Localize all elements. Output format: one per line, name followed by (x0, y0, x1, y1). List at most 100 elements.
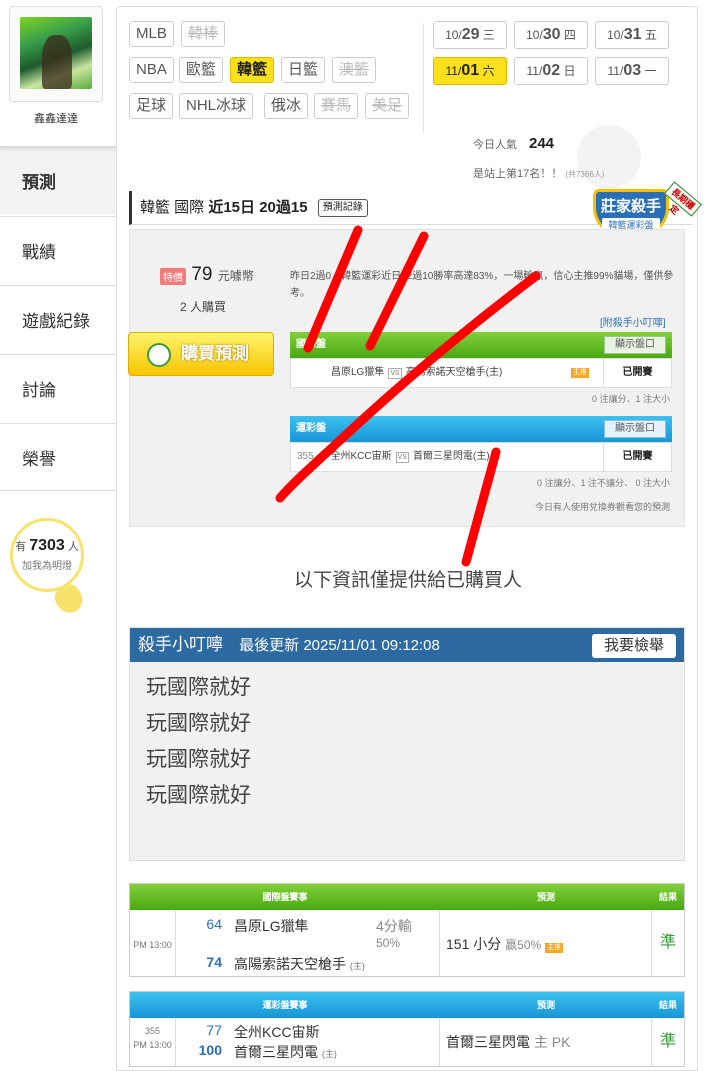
recommend-badge: 主推 (545, 943, 564, 953)
away-team: 全州KCC宙斯 (234, 1024, 320, 1040)
date-weekday: 五 (644, 28, 657, 42)
price-amount: 79 (191, 264, 213, 285)
table-header: 國際盤賽事 預測 結果 (130, 884, 684, 910)
sidebar-item-game-log[interactable]: 遊戲紀錄 (0, 285, 118, 353)
page-root: 鑫鑫達達 預測 戰績 遊戲紀錄 討論 榮譽 有 7303 人 加我為明燈 MLB… (0, 0, 720, 1071)
date-1031[interactable]: 10/31 五 (595, 21, 669, 49)
time-cell: PM 13:00 (130, 910, 176, 976)
lottery-note: 0 注讓分、1 注不讓分、 0 注大小 (536, 478, 670, 488)
last-updated: 最後更新 2025/11/01 09:12:08 (239, 637, 440, 654)
sport-tag-japan-basketball[interactable]: 日籃 (281, 57, 326, 83)
price: 特價 79 元噱幣 (160, 264, 254, 286)
popularity-label: 今日人氣 (473, 139, 517, 151)
sidebar-item-honors[interactable]: 榮譽 (0, 423, 118, 491)
buy-prediction-button[interactable]: 購買預測 (128, 332, 274, 376)
lottery-match-row: 355 全州KCC宙斯 VS 首爾三星閃電(主) 已開賽 (290, 442, 672, 472)
sport-tag-khl[interactable]: 俄冰 (264, 93, 309, 119)
date-day: 03 (623, 62, 642, 79)
avatar-frame[interactable] (9, 6, 103, 102)
header-match: 運彩盤賽事 (262, 1000, 308, 1010)
away-team: 全州KCC宙斯 (330, 451, 392, 462)
sidebar-item-record[interactable]: 戰績 (0, 216, 118, 284)
sport-tag-nhl[interactable]: NHL冰球 (179, 93, 254, 119)
intl-note: 0 注讓分、1 注大小 (591, 394, 670, 404)
time-cell: 355 PM 13:00 (130, 1018, 176, 1066)
date-weekday: 一 (644, 64, 657, 78)
home-team: 高陽索諾天空槍手 (234, 956, 346, 972)
record-value: 20過15 (259, 199, 308, 216)
lottery-tab-label: 運彩盤 (296, 423, 326, 434)
home-mark: (主) (321, 1049, 337, 1059)
username: 鑫鑫達達 (34, 113, 78, 125)
away-team: 昌原LG獵隼 (331, 367, 385, 378)
buyers-only-notice: 以下資訊僅提供給已購買人 (293, 570, 522, 591)
report-button[interactable]: 我要檢舉 (592, 634, 676, 658)
table-header: 運彩盤賽事 預測 結果 (130, 992, 684, 1018)
rank-total: (共7366人) (565, 170, 605, 179)
prediction-sub: 主 PK (533, 1034, 571, 1050)
sport-tag-kbo: 韓棒 (181, 21, 226, 47)
sport-tag-mlb[interactable]: MLB (129, 21, 174, 47)
result-mark: 準 (659, 934, 676, 951)
date-1103[interactable]: 11/03 一 (595, 57, 669, 85)
date-1029[interactable]: 10/29 三 (433, 21, 507, 49)
intl-tab-label: 國際盤 (296, 339, 326, 350)
buyers-unit: 人購買 (190, 300, 227, 314)
badge-ribbon: 長期穩定 (664, 181, 702, 217)
match-number: 355 (297, 451, 314, 462)
show-odds-button[interactable]: 顯示盤口 (604, 336, 666, 354)
date-weekday: 日 (563, 64, 576, 78)
date-md: 10/ (526, 28, 543, 42)
buyers-count: 2 (180, 300, 187, 314)
result-mark: 準 (659, 1033, 676, 1050)
voucher-note: 今日有人使用兌換券觀看您的預測 (534, 502, 670, 512)
date-1030[interactable]: 10/30 四 (514, 21, 588, 49)
date-md: 11/ (607, 64, 624, 78)
sale-badge: 特價 (160, 268, 186, 286)
date-weekday: 四 (563, 28, 576, 42)
sidebar-item-discussion[interactable]: 討論 (0, 354, 118, 422)
tip-line: 玩國際就好 (146, 748, 251, 771)
main-panel: MLB 韓棒 NBA 歐籃 韓籃 日籃 澳籃 足球 NHL冰球 俄冰 賽馬 美足… (116, 6, 702, 1071)
intl-odds-tab: 國際盤 顯示盤口 (290, 332, 672, 358)
date-day: 01 (461, 62, 480, 79)
date-day: 02 (542, 62, 561, 79)
prediction-box: 特價 79 元噱幣 2 人購買 購買預測 昨日2過0，韓籃運彩近日12過10勝率… (128, 229, 685, 527)
margin: 4分輸 (376, 918, 412, 934)
follow-label: 加我為明燈 (22, 561, 72, 572)
killer-tips-link[interactable]: [附殺手小叮嚀] (600, 314, 666, 329)
date-weekday: 三 (482, 28, 495, 42)
rank: 是站上第17名！！ (共7366人) (473, 165, 604, 181)
vs-icon: VS (395, 452, 409, 463)
sport-tag-soccer[interactable]: 足球 (129, 93, 174, 119)
follow-lightbulb[interactable]: 有 7303 人 加我為明燈 (10, 518, 84, 592)
header-match: 國際盤賽事 (262, 892, 308, 902)
date-md: 11/ (445, 64, 462, 78)
league-label: 韓籃 國際 (140, 199, 205, 216)
record-period: 近15日 (208, 199, 256, 216)
buy-label: 購買預測 (181, 344, 249, 363)
prediction-value: 151 小分 (446, 936, 502, 952)
sidebar-item-predictions[interactable]: 預測 (0, 146, 118, 214)
prediction-description: 昨日2過0，韓籃運彩近日12過10勝率高達83%，一場輸贏，信心主推99%貓場，… (290, 271, 674, 299)
lottery-result-table: 運彩盤賽事 預測 結果 355 PM 13:00 77 全州KCC宙斯 100 … (129, 991, 685, 1067)
avatar (20, 17, 92, 89)
intl-result-table: 國際盤賽事 預測 結果 PM 13:00 64 昌原LG獵隼 74 高陽索諾天空… (129, 883, 685, 977)
date-1102[interactable]: 11/02 日 (514, 57, 588, 85)
header-result: 結果 (658, 1000, 677, 1010)
killer-tips-panel: 殺手小叮嚀 最後更新 2025/11/01 09:12:08 我要檢舉 玩國際就… (129, 627, 685, 861)
date-md: 11/ (526, 64, 543, 78)
fans-suffix: 人 (67, 541, 79, 553)
sport-tag-korea-basketball[interactable]: 韓籃 (230, 57, 275, 83)
away-score: 77 (206, 1022, 222, 1038)
show-odds-button[interactable]: 顯示盤口 (604, 420, 666, 438)
date-md: 10/ (607, 28, 624, 42)
sport-tag-nba[interactable]: NBA (129, 57, 174, 83)
coin-icon (147, 343, 171, 367)
sport-tag-euro-basketball[interactable]: 歐籃 (179, 57, 224, 83)
sport-tag-nfl: 美足 (365, 93, 410, 119)
tip-line: 玩國際就好 (146, 784, 251, 807)
home-team: 高陽索諾天空槍手(主) (405, 367, 503, 378)
date-1101[interactable]: 11/01 六 (433, 57, 507, 85)
prediction-record-button[interactable]: 預測記錄 (317, 199, 368, 218)
